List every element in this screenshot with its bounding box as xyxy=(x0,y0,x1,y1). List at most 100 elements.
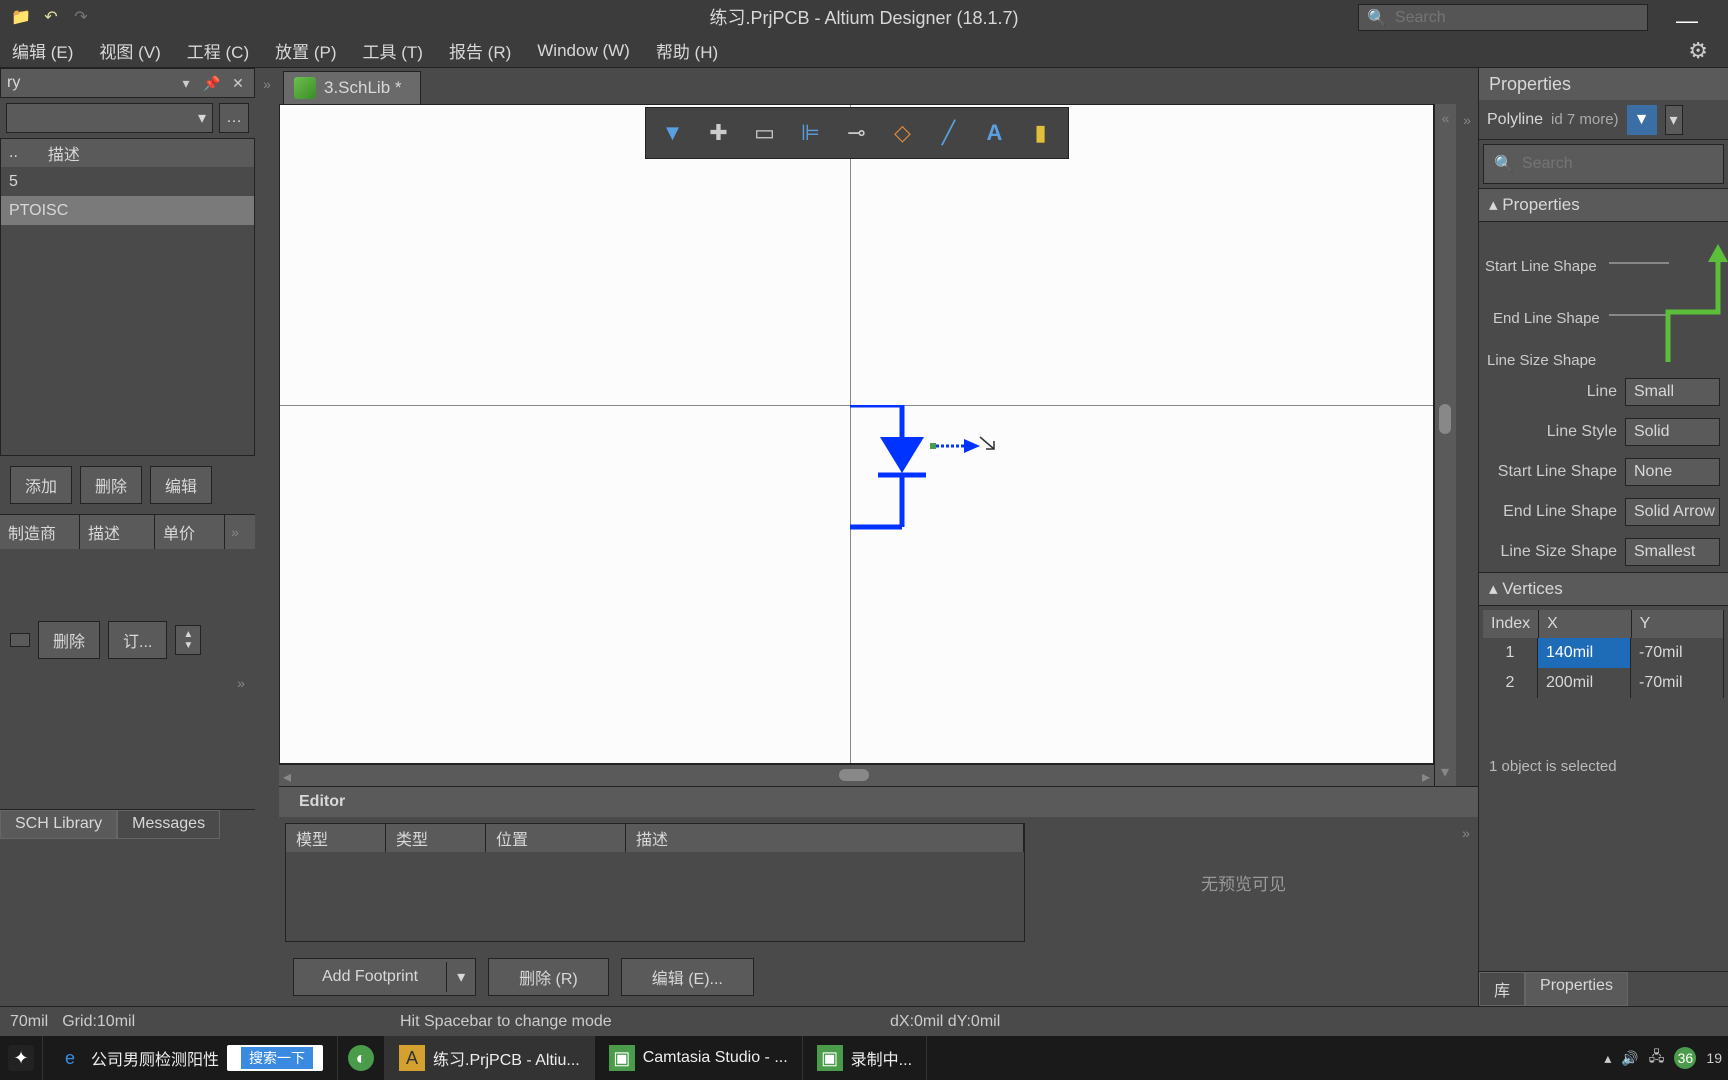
expand-right-icon[interactable]: » xyxy=(1457,110,1477,130)
floating-toolbar: ▼ ✚ ▭ ⊫ ⊸ ◇ ╱ A ▮ xyxy=(645,107,1069,159)
col-description[interactable]: 描述 xyxy=(626,824,1024,852)
document-tab[interactable]: 3.SchLib * xyxy=(283,71,421,104)
line-icon[interactable]: ╱ xyxy=(928,114,970,152)
edit-button[interactable]: 编辑 xyxy=(150,466,212,504)
vertical-scrollbar[interactable]: « ▾ xyxy=(1434,104,1456,786)
global-search[interactable]: 🔍 xyxy=(1358,4,1648,31)
properties-section-header[interactable]: ▴ Properties xyxy=(1479,188,1728,222)
properties-header: Properties xyxy=(1479,68,1728,100)
volume-icon[interactable]: 🔊 xyxy=(1621,1050,1638,1067)
move-icon[interactable]: ✚ xyxy=(698,114,740,152)
menu-help[interactable]: 帮助 (H) xyxy=(648,34,726,67)
edit-fp-button[interactable]: 编辑 (E)... xyxy=(621,958,754,996)
properties-panel: Properties Polyline id 7 more) ▼ ▾ 🔍 ▴ P… xyxy=(1478,68,1728,1006)
start-button[interactable]: ✦ xyxy=(0,1036,43,1080)
blank-button[interactable] xyxy=(10,633,30,647)
menu-tools[interactable]: 工具 (T) xyxy=(355,34,431,67)
pin-icon[interactable]: ⊸ xyxy=(836,114,878,152)
tab-properties[interactable]: Properties xyxy=(1525,972,1628,1006)
expand-icon[interactable]: » xyxy=(225,522,245,542)
align-icon[interactable]: ⊫ xyxy=(790,114,832,152)
menu-view[interactable]: 视图 (V) xyxy=(91,34,168,67)
minimize-button[interactable]: — xyxy=(1676,8,1698,34)
col-model[interactable]: 模型 xyxy=(286,824,386,852)
taskbar-item[interactable]: ▣ 录制中... xyxy=(803,1036,927,1080)
vertices-section-header[interactable]: ▴ Vertices xyxy=(1479,572,1728,606)
taskbar-item[interactable]: e 公司男厕检测阳性 搜索一下 xyxy=(43,1036,338,1080)
component-icon[interactable]: ▮ xyxy=(1020,114,1062,152)
menu-place[interactable]: 放置 (P) xyxy=(267,34,344,67)
selection-more-label: id 7 more) xyxy=(1551,111,1619,128)
line-width-select[interactable]: Small xyxy=(1625,378,1720,406)
polygon-icon[interactable]: ◇ xyxy=(882,114,924,152)
delete-button-2[interactable]: 删除 xyxy=(38,621,100,659)
table-row[interactable]: 2 200mil -70mil xyxy=(1483,668,1724,698)
scroll-up-icon[interactable]: « xyxy=(1436,108,1456,128)
col-x[interactable]: X xyxy=(1539,610,1631,638)
col-location[interactable]: 位置 xyxy=(486,824,626,852)
tab-messages[interactable]: Messages xyxy=(117,810,220,839)
size-shape-select[interactable]: Smallest xyxy=(1625,538,1720,566)
collapse-icon[interactable]: » xyxy=(257,74,277,94)
taskbar-item[interactable]: ◐ xyxy=(338,1036,385,1080)
tray-chevron-icon[interactable]: ▴ xyxy=(1604,1050,1611,1067)
title-bar: 📁 ↶ ↷ 练习.PrjPCB - Altium Designer (18.1.… xyxy=(0,0,1728,34)
folder-icon[interactable]: 📁 xyxy=(8,4,34,30)
list-item[interactable]: PTOISC xyxy=(1,196,254,225)
start-shape-select[interactable]: None xyxy=(1625,458,1720,486)
col-mfg[interactable]: 制造商 xyxy=(0,515,80,549)
menu-report[interactable]: 报告 (R) xyxy=(441,34,519,67)
expand-icon[interactable]: » xyxy=(231,673,251,693)
expand-icon[interactable]: » xyxy=(1456,823,1476,843)
search-input[interactable] xyxy=(1395,9,1639,27)
search-input[interactable] xyxy=(1522,155,1728,173)
start-shape-label: Start Line Shape xyxy=(1485,258,1597,275)
col-price[interactable]: 单价 xyxy=(155,515,225,549)
horizontal-scrollbar[interactable]: ◂ ▸ xyxy=(279,764,1434,786)
list-item[interactable]: 5 xyxy=(1,167,254,196)
menu-edit[interactable]: 编辑 (E) xyxy=(4,34,81,67)
clock[interactable]: 19 xyxy=(1706,1050,1722,1066)
close-icon[interactable]: ✕ xyxy=(228,73,248,93)
undo-icon[interactable]: ↶ xyxy=(38,4,64,30)
chevron-down-icon[interactable]: ▾ xyxy=(447,961,475,993)
gear-icon[interactable]: ⚙ xyxy=(1688,38,1708,64)
line-style-select[interactable]: Solid xyxy=(1625,418,1720,446)
tab-library[interactable]: 库 xyxy=(1479,972,1525,1006)
chevron-down-icon[interactable]: ▾ xyxy=(1665,105,1683,135)
chevron-down-icon[interactable]: ▾ xyxy=(176,73,196,93)
add-footprint-button[interactable]: Add Footprint ▾ xyxy=(293,958,476,996)
updown-stepper[interactable]: ▲▼ xyxy=(175,625,201,655)
library-browse-button[interactable]: … xyxy=(219,103,249,133)
filter-icon[interactable]: ▼ xyxy=(1627,105,1657,135)
diode-symbol[interactable] xyxy=(850,405,970,535)
schematic-canvas[interactable]: ▼ ✚ ▭ ⊫ ⊸ ◇ ╱ A ▮ xyxy=(279,104,1434,764)
select-rect-icon[interactable]: ▭ xyxy=(744,114,786,152)
taskbar-item[interactable]: A 练习.PrjPCB - Altiu... xyxy=(385,1036,595,1080)
delete-fp-button[interactable]: 删除 (R) xyxy=(488,958,609,996)
menu-window[interactable]: Window (W) xyxy=(529,37,638,65)
col-desc2[interactable]: 描述 xyxy=(80,515,155,549)
order-button[interactable]: 订... xyxy=(108,621,167,659)
taskbar-search-button[interactable]: 搜索一下 xyxy=(227,1045,323,1071)
ime-icon[interactable]: 36 xyxy=(1674,1047,1696,1069)
delete-button[interactable]: 删除 xyxy=(80,466,142,504)
col-type[interactable]: 类型 xyxy=(386,824,486,852)
network-icon[interactable]: 🖧 xyxy=(1649,1046,1665,1070)
table-row[interactable]: 1 140mil -70mil xyxy=(1483,638,1724,668)
taskbar-item[interactable]: ▣ Camtasia Studio - ... xyxy=(595,1036,803,1080)
editor-header: Editor xyxy=(279,787,1478,817)
properties-search[interactable]: 🔍 xyxy=(1483,144,1724,184)
col-y[interactable]: Y xyxy=(1632,610,1724,638)
tab-sch-library[interactable]: SCH Library xyxy=(0,810,117,839)
menu-project[interactable]: 工程 (C) xyxy=(179,34,257,67)
redo-icon[interactable]: ↷ xyxy=(68,4,94,30)
col-index[interactable]: Index xyxy=(1483,610,1539,638)
filter-icon[interactable]: ▼ xyxy=(652,114,694,152)
end-shape-select[interactable]: Solid Arrow xyxy=(1625,498,1720,526)
pin-icon[interactable]: 📌 xyxy=(202,73,222,93)
add-button[interactable]: 添加 xyxy=(10,466,72,504)
text-icon[interactable]: A xyxy=(974,114,1016,152)
window-title: 练习.PrjPCB - Altium Designer (18.1.7) xyxy=(709,4,1018,30)
library-dropdown[interactable]: ▾ xyxy=(6,103,213,133)
